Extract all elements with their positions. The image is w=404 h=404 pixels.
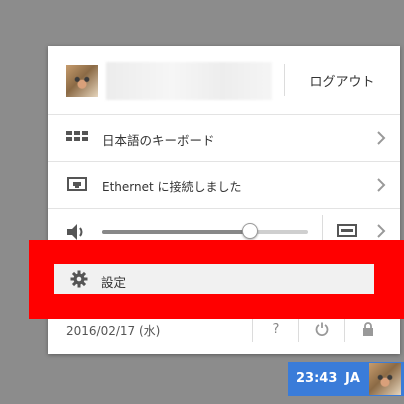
settings-button[interactable]: 設定 <box>54 264 374 294</box>
clock-time: 23:43 <box>296 371 338 386</box>
audio-output-icon[interactable] <box>336 220 358 242</box>
network-label: Ethernet に接続しました <box>102 180 242 194</box>
volume-slider-handle[interactable] <box>242 223 259 239</box>
ethernet-icon <box>66 174 88 196</box>
gear-icon <box>68 268 90 290</box>
keyboard-row[interactable]: 日本語のキーボード <box>48 115 400 161</box>
volume-slider[interactable] <box>102 223 308 239</box>
divider <box>344 316 345 342</box>
chevron-right-icon <box>377 178 386 192</box>
power-icon <box>315 322 329 336</box>
settings-label: 設定 <box>101 275 127 290</box>
lock-icon <box>363 322 373 336</box>
keyboard-label: 日本語のキーボード <box>102 133 215 148</box>
network-row[interactable]: Ethernet に接続しました <box>48 162 400 208</box>
keyboard-icon <box>66 127 88 149</box>
chevron-right-icon <box>377 224 386 238</box>
help-label: ? <box>272 321 280 337</box>
divider <box>298 316 299 342</box>
logout-button[interactable]: ログアウト <box>284 62 400 98</box>
chevron-right-icon <box>377 131 386 145</box>
status-tray[interactable]: 23:43 JA <box>288 362 404 396</box>
ime-indicator: JA <box>345 371 360 386</box>
user-avatar-small <box>369 363 401 395</box>
volume-slider-fill <box>102 230 251 234</box>
user-avatar <box>66 65 98 97</box>
divider <box>252 316 253 342</box>
user-name-redacted <box>106 62 272 100</box>
logout-label: ログアウト <box>309 74 375 90</box>
date-display: 2016/02/17 (水) <box>66 324 161 338</box>
